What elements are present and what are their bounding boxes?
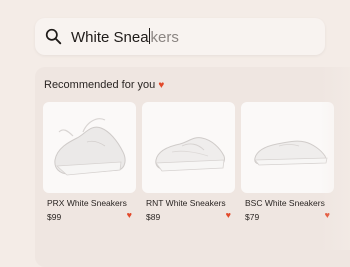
product-name: BSC White Sneakers: [245, 198, 325, 208]
search-bar[interactable]: White Snea kers: [35, 18, 325, 55]
sneaker-image-rnt: [155, 137, 225, 172]
recommended-title-text: Recommended for you: [44, 79, 156, 91]
search-autocomplete-text: kers: [150, 29, 179, 46]
product-card[interactable]: RNT White Sneakers $89 ♥: [142, 102, 235, 224]
product-card[interactable]: PRX White Sneakers $99 ♥: [43, 102, 136, 224]
product-image[interactable]: [43, 102, 136, 193]
product-price: $99: [47, 212, 62, 222]
sneaker-image-prx: [54, 118, 126, 176]
search-icon: [45, 28, 62, 45]
product-name: RNT White Sneakers: [146, 198, 226, 208]
heart-icon[interactable]: ♥: [226, 210, 231, 220]
product-price: $79: [245, 212, 260, 222]
scroll-fade: [320, 60, 350, 250]
search-input[interactable]: White Snea kers: [71, 28, 179, 46]
product-image[interactable]: [142, 102, 235, 193]
recommended-title: Recommended for you ♥: [44, 79, 164, 91]
product-name: PRX White Sneakers: [47, 198, 127, 208]
search-typed-text: White Snea: [71, 29, 149, 46]
product-price: $89: [146, 212, 161, 222]
heart-icon[interactable]: ♥: [127, 210, 132, 220]
heart-icon: ♥: [158, 80, 165, 91]
